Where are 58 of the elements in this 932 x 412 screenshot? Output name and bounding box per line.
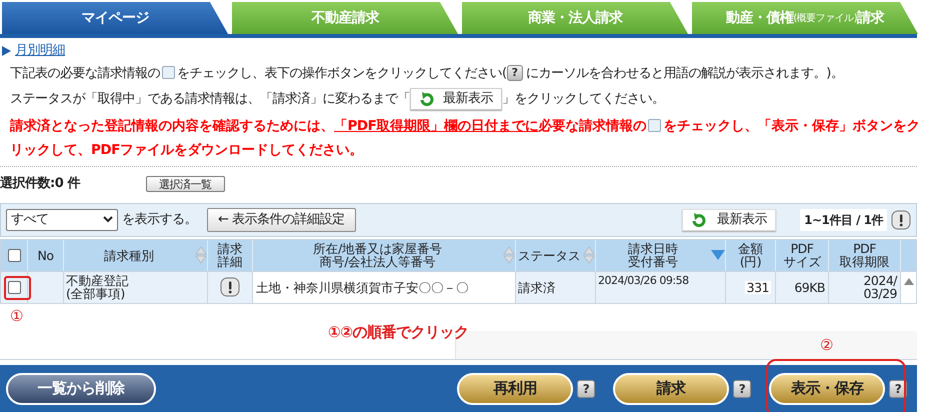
column-header: PDF bbox=[853, 242, 876, 255]
action-button[interactable]: 請求 bbox=[613, 372, 729, 404]
refresh-icon bbox=[691, 212, 708, 226]
column-header: PDF bbox=[790, 242, 814, 255]
column-header: (円) bbox=[740, 255, 762, 268]
info-icon[interactable] bbox=[891, 210, 911, 230]
select-all-checkbox[interactable] bbox=[8, 248, 20, 262]
table-cell: 2024/ 03/29 bbox=[863, 274, 897, 300]
step-number: ② bbox=[820, 334, 833, 356]
checkbox-icon bbox=[648, 119, 662, 132]
column-header: No bbox=[38, 248, 54, 262]
column-header: 請求種別 bbox=[104, 248, 154, 262]
table-cell: 2024/03/26 09:58 bbox=[598, 274, 689, 286]
delete-from-list-button[interactable]: 一覧から削除 bbox=[6, 372, 156, 404]
help-icon[interactable]: ? bbox=[577, 380, 595, 398]
column-header: 請求 bbox=[218, 242, 242, 255]
column-header: ステータス bbox=[518, 248, 580, 262]
tab[interactable]: マイページ bbox=[2, 2, 228, 34]
instruction-text: 下記表の必要な請求情報の をチェックし、表下の操作ボタンをクリックしてください( ? にカーソルを合わせると用語の解説が表示されます。)。 bbox=[10, 64, 844, 83]
selected-list-button[interactable]: 選択済一覧 bbox=[146, 176, 224, 192]
step-number: ① bbox=[10, 306, 23, 326]
monthly-statement-link[interactable]: 月別明細 bbox=[15, 41, 65, 60]
action-button[interactable]: 表示・保存 bbox=[769, 372, 885, 404]
table-cell: 不動産登記 (全部事項) bbox=[66, 274, 128, 300]
checkbox-icon bbox=[162, 66, 175, 80]
result-count: 1~1件目 / 1件 bbox=[800, 208, 887, 230]
instruction-text: ステータスが「取得中」である請求情報は、「請求済」に変わるまで「 最新表示 」をクリックしてください。 bbox=[10, 88, 922, 110]
column-header: 受付番号 bbox=[628, 255, 678, 268]
column-header: 取得期限 bbox=[840, 255, 890, 268]
instruction-text: 請求済となった登記情報の内容を確認するためには、「PDF取得期限」欄の日付までに必要な請求情報の をチェックし、「表示・保存」ボタンをクリックして、PDFファイルをダウンロードしてください。 bbox=[10, 116, 921, 160]
info-icon[interactable] bbox=[220, 277, 240, 297]
table-cell: 331 bbox=[744, 280, 771, 294]
refresh-button[interactable]: 最新表示 bbox=[682, 208, 776, 230]
row-checkbox[interactable] bbox=[8, 280, 20, 294]
column-header: サイズ bbox=[783, 255, 821, 268]
column-header: 所在/地番又は家屋番号 bbox=[313, 242, 442, 255]
annotation-text: ①②の順番でクリック bbox=[328, 322, 468, 342]
selection-count: 選択件数:0 件 bbox=[0, 174, 82, 193]
triangle-icon bbox=[2, 46, 11, 56]
help-icon[interactable]: ? bbox=[506, 64, 523, 81]
chevron-down-icon bbox=[103, 216, 113, 223]
column-header: 金額 bbox=[738, 242, 763, 255]
column-header: 請求日時 bbox=[628, 242, 678, 255]
detail-settings-button[interactable]: ← 表示条件の詳細設定 bbox=[207, 208, 356, 232]
table-cell: 土地・神奈川県横須賀市子安〇〇－〇 bbox=[256, 280, 468, 294]
action-button[interactable]: 再利用 bbox=[457, 372, 573, 404]
column-header: 詳細 bbox=[218, 255, 242, 268]
sort-descending-icon[interactable] bbox=[711, 250, 725, 260]
help-icon[interactable]: ? bbox=[733, 380, 751, 398]
table-cell: 請求済 bbox=[518, 280, 556, 294]
column-header: 商号/会社法人等番号 bbox=[319, 255, 436, 268]
refresh-button[interactable]: 最新表示 bbox=[410, 88, 502, 110]
highlight-frame bbox=[4, 276, 31, 300]
table-cell: 69KB bbox=[794, 280, 825, 294]
filter-label: を表示する。 bbox=[122, 210, 197, 229]
scroll-up-icon[interactable] bbox=[904, 278, 914, 284]
filter-select[interactable]: すべて bbox=[6, 208, 118, 230]
refresh-icon bbox=[419, 92, 435, 106]
